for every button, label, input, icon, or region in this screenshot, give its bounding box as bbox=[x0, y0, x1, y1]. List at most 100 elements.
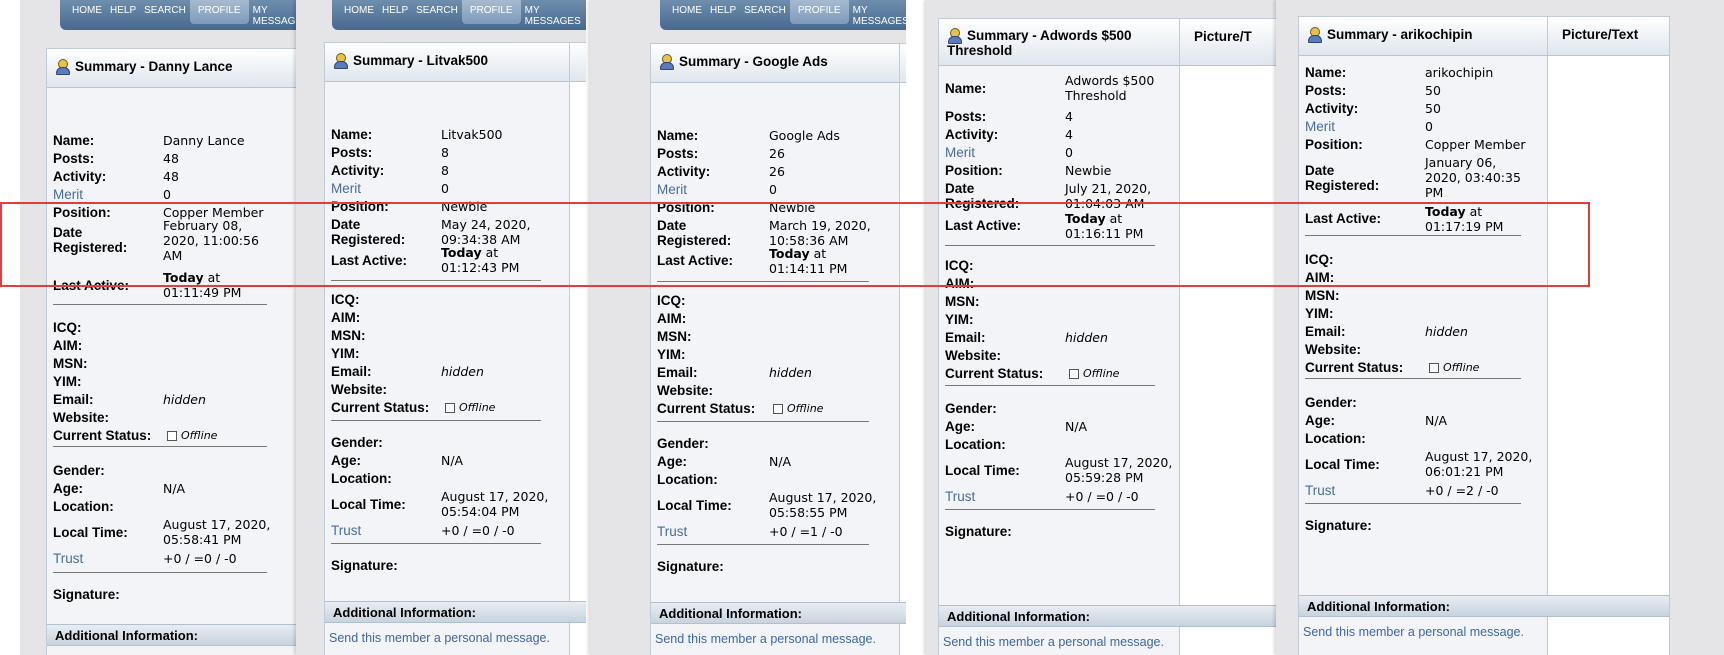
value-activity: 4 bbox=[1065, 127, 1073, 142]
merit-link[interactable]: Merit bbox=[53, 187, 83, 202]
trust-link[interactable]: Trust bbox=[657, 524, 687, 539]
label-date-registered: Date Registered: bbox=[657, 218, 732, 248]
nav-home[interactable]: HOME bbox=[668, 0, 706, 16]
send-pm-link[interactable]: Send this member a personal message. bbox=[943, 635, 1164, 649]
label-activity: Activity: bbox=[945, 127, 999, 142]
value-name: Danny Lance bbox=[163, 133, 245, 148]
label-yim: YIM: bbox=[945, 312, 974, 327]
profile-card: Summary - arikochipin Picture/Text Name:… bbox=[1298, 16, 1670, 655]
profile-card: Summary - Litvak500 Name: Litvak500 Post… bbox=[324, 42, 586, 655]
nav-home[interactable]: HOME bbox=[340, 0, 378, 16]
nav-profile[interactable]: PROFILE bbox=[789, 0, 849, 24]
value-age: N/A bbox=[769, 454, 792, 469]
send-pm-link[interactable]: Send this member a personal message. bbox=[655, 632, 876, 646]
divider bbox=[945, 509, 1155, 510]
label-msn: MSN: bbox=[1305, 288, 1340, 303]
label-last-active: Last Active: bbox=[945, 218, 1022, 233]
summary-body: Name: Adwords $500 Threshold Posts: 4 Ac… bbox=[939, 66, 1180, 655]
nav-search[interactable]: SEARCH bbox=[412, 0, 462, 16]
value-posts: 26 bbox=[769, 146, 785, 161]
label-website: Website: bbox=[657, 383, 714, 398]
divider bbox=[657, 544, 869, 545]
label-icq: ICQ: bbox=[53, 320, 82, 335]
merit-link[interactable]: Merit bbox=[331, 181, 361, 196]
label-last-active: Last Active: bbox=[657, 253, 734, 268]
label-signature: Signature: bbox=[1305, 518, 1372, 533]
merit-link[interactable]: Merit bbox=[945, 145, 975, 160]
label-posts: Posts: bbox=[945, 109, 987, 124]
status-offline: Offline bbox=[773, 402, 823, 415]
nav-help[interactable]: HELP bbox=[706, 0, 740, 16]
trust-link[interactable]: Trust bbox=[53, 551, 83, 566]
label-current-status: Current Status: bbox=[53, 428, 152, 443]
label-activity: Activity: bbox=[657, 164, 711, 179]
status-offline: Offline bbox=[445, 401, 495, 414]
nav-help[interactable]: HELP bbox=[106, 0, 140, 16]
value-local-time: August 17, 2020, 05:58:41 PM bbox=[163, 517, 271, 547]
value-age: N/A bbox=[1065, 419, 1088, 434]
send-pm-link[interactable]: Send this member a personal message. bbox=[329, 631, 550, 645]
value-activity: 48 bbox=[163, 169, 179, 184]
label-name: Name: bbox=[1305, 65, 1347, 80]
trust-link[interactable]: Trust bbox=[945, 489, 975, 504]
label-signature: Signature: bbox=[331, 558, 398, 573]
trust-link[interactable]: Trust bbox=[1305, 483, 1335, 498]
nav-help[interactable]: HELP bbox=[378, 0, 412, 16]
nav-search[interactable]: SEARCH bbox=[740, 0, 790, 16]
label-website: Website: bbox=[945, 348, 1002, 363]
label-email: Email: bbox=[657, 365, 698, 380]
trust-link[interactable]: Trust bbox=[331, 523, 361, 538]
value-email: hidden bbox=[1425, 324, 1468, 339]
nav-my-messages[interactable]: MY MESSAGES bbox=[521, 0, 586, 27]
merit-link[interactable]: Merit bbox=[1305, 119, 1335, 134]
profile-card: Summary - Adwords $500 Threshold Picture… bbox=[938, 18, 1286, 655]
value-date-registered: May 24, 2020, 09:34:38 AM bbox=[441, 217, 531, 247]
additional-information-header: Additional Information: bbox=[325, 601, 586, 623]
label-email: Email: bbox=[945, 330, 986, 345]
label-name: Name: bbox=[331, 127, 373, 142]
value-last-active: Today at 01:14:11 PM bbox=[769, 246, 848, 276]
label-local-time: Local Time: bbox=[1305, 457, 1380, 472]
picture-text-header: Picture/Text bbox=[1547, 17, 1638, 55]
divider bbox=[1305, 378, 1521, 379]
label-date-registered: Date Registered: bbox=[945, 181, 1020, 211]
summary-body: Name: arikochipin Posts: 50 Activity: 50… bbox=[1299, 56, 1548, 655]
label-position: Position: bbox=[53, 205, 111, 220]
nav-profile[interactable]: PROFILE bbox=[461, 0, 521, 24]
label-local-time: Local Time: bbox=[331, 497, 406, 512]
value-email: hidden bbox=[441, 364, 484, 379]
value-age: N/A bbox=[163, 481, 186, 496]
value-position: Copper Member bbox=[1425, 137, 1526, 152]
divider bbox=[657, 281, 869, 282]
user-icon bbox=[659, 54, 674, 70]
nav-home[interactable]: HOME bbox=[68, 0, 106, 16]
label-last-active: Last Active: bbox=[1305, 211, 1382, 226]
value-name: arikochipin bbox=[1425, 65, 1494, 80]
nav-my-messages[interactable]: MY MESSAGES bbox=[849, 0, 906, 27]
value-merit: 0 bbox=[1425, 119, 1433, 134]
label-aim: AIM: bbox=[657, 311, 687, 326]
top-nav: HOME HELP SEARCH PROFILE MY MESSAGES bbox=[60, 0, 326, 30]
value-trust: +0 / =0 / -0 bbox=[441, 523, 515, 538]
merit-link[interactable]: Merit bbox=[657, 182, 687, 197]
label-name: Name: bbox=[945, 81, 987, 96]
label-last-active: Last Active: bbox=[331, 253, 408, 268]
label-date-registered: Date Registered: bbox=[53, 225, 128, 255]
value-position: Newbie bbox=[441, 199, 488, 214]
nav-profile[interactable]: PROFILE bbox=[189, 0, 249, 24]
value-date-registered: January 06, 2020, 03:40:35 PM bbox=[1425, 155, 1521, 200]
status-offline: Offline bbox=[1429, 361, 1479, 374]
summary-title: Summary - Google Ads bbox=[659, 54, 828, 70]
label-icq: ICQ: bbox=[657, 293, 686, 308]
value-position: Newbie bbox=[1065, 163, 1112, 178]
nav-search[interactable]: SEARCH bbox=[140, 0, 190, 16]
label-aim: AIM: bbox=[1305, 270, 1335, 285]
label-age: Age: bbox=[1305, 413, 1335, 428]
divider bbox=[53, 304, 267, 305]
send-pm-link[interactable]: Send this member a personal message. bbox=[1303, 625, 1524, 639]
divider bbox=[945, 245, 1155, 246]
value-trust: +0 / =0 / -0 bbox=[163, 551, 237, 566]
screenshot-adwords-threshold: Summary - Adwords $500 Threshold Picture… bbox=[926, 0, 1286, 655]
label-email: Email: bbox=[331, 364, 372, 379]
label-name: Name: bbox=[657, 128, 699, 143]
